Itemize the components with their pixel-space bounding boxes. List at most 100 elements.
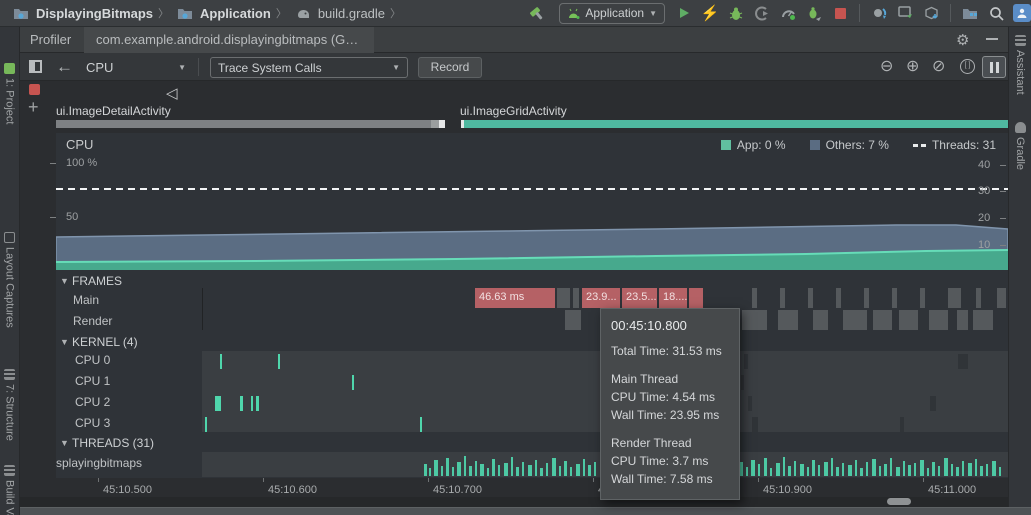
thread-activity-bar [475, 461, 477, 476]
trace-type-label: Trace System Calls [218, 61, 322, 75]
kernel-cpu1-track[interactable] [20, 375, 1008, 390]
frame-bar [892, 288, 897, 308]
breadcrumb-file[interactable]: build.gradle [318, 6, 385, 21]
axis-tick [1000, 165, 1006, 166]
collapse-triangle-icon[interactable]: ▼ [60, 438, 69, 448]
bottom-splitter[interactable] [20, 507, 1031, 515]
frame-bar [813, 310, 828, 330]
threads-section-header[interactable]: THREADS (31) [72, 436, 154, 450]
activity-label-detail: ui.ImageDetailActivity [56, 104, 171, 118]
sidebar-item-gradle[interactable]: Gradle [1009, 122, 1031, 170]
sidebar-item-project[interactable]: 1: Project [0, 63, 19, 124]
thread-activity-bar [932, 462, 935, 476]
activity-bar-grid[interactable] [464, 120, 1008, 128]
pause-live-button[interactable] [982, 56, 1006, 78]
search-icon[interactable] [985, 2, 1007, 24]
sidebar-item-layout-captures[interactable]: Layout Captures [0, 232, 19, 328]
frames-main-track[interactable]: 46.63 ms23.9...23.5...18.... [20, 288, 1008, 308]
breadcrumb-project[interactable]: DisplayingBitmaps [36, 6, 153, 21]
collapse-triangle-icon[interactable]: ▼ [60, 276, 69, 286]
collapse-triangle-icon[interactable]: ▼ [60, 337, 69, 347]
avatar[interactable] [1013, 4, 1031, 22]
gear-icon[interactable]: ⚙ [956, 31, 969, 49]
attach-debugger-icon[interactable] [803, 2, 825, 24]
debug-icon[interactable] [725, 2, 747, 24]
thread-activity-bar [535, 460, 537, 476]
trace-type-dropdown[interactable]: Trace System Calls ▼ [210, 57, 408, 78]
build-hammer-icon[interactable] [525, 2, 547, 24]
kernel-activity-bar [741, 375, 744, 390]
thread-activity-bar [999, 467, 1001, 476]
attach-profiler-icon[interactable] [751, 2, 773, 24]
project-structure-icon[interactable] [959, 2, 981, 24]
device-manager-icon[interactable] [894, 2, 916, 24]
tooltip-time: 00:45:10.800 [611, 318, 729, 333]
frames-render-track[interactable] [20, 310, 1008, 330]
apply-changes-icon[interactable]: ⚡ [699, 2, 721, 24]
thread-activity-track[interactable] [20, 452, 1008, 476]
activity-bar-detail[interactable] [56, 120, 431, 128]
breadcrumb-module[interactable]: Application [200, 6, 271, 21]
sidebar-item-build-variants[interactable]: Build Variants [0, 465, 19, 515]
breadcrumb-separator: 〉 [276, 5, 287, 21]
frame-bar [873, 310, 892, 330]
tooltip-main-title: Main Thread [611, 370, 729, 388]
session-recording-indicator[interactable] [29, 84, 40, 95]
back-arrow-icon[interactable]: ← [56, 57, 73, 77]
thread-activity-bar [588, 465, 591, 476]
sdk-manager-icon[interactable] [920, 2, 942, 24]
kernel-activity-bar [958, 354, 968, 369]
run-config-dropdown[interactable]: Application ▼ [559, 3, 665, 24]
frame-bar-janky [689, 288, 703, 308]
thread-activity-bar [504, 463, 508, 476]
sidebar-item-label: Build Variants [4, 480, 16, 515]
thread-activity-bar [746, 467, 748, 476]
run-config-label: Application [585, 6, 644, 20]
scroll-gutter [20, 497, 1008, 507]
axis-tick [1000, 245, 1006, 246]
axis-tick [50, 217, 56, 218]
profile-app-icon[interactable] [777, 2, 799, 24]
sidebar-item-label: 1: Project [4, 78, 16, 124]
frame-bar [565, 310, 581, 330]
reset-zoom-icon[interactable]: ⊘ [932, 58, 945, 76]
run-icon[interactable] [673, 2, 695, 24]
thread-activity-bar [487, 468, 489, 476]
frame-bar-janky: 23.9... [582, 288, 620, 308]
sessions-panel-icon[interactable] [29, 60, 42, 73]
record-button[interactable]: Record [418, 57, 482, 78]
horizontal-scrollbar[interactable] [887, 498, 911, 505]
thread-activity-bar [927, 468, 929, 476]
kernel-section-header[interactable]: KERNEL (4) [72, 335, 138, 349]
zoom-to-selection-icon[interactable]: [ ] [960, 59, 975, 74]
folder-icon [174, 2, 196, 24]
frames-section-header[interactable]: FRAMES [72, 274, 122, 288]
kernel-cpu3-track[interactable] [20, 417, 1008, 432]
sidebar-item-structure[interactable]: 7: Structure [0, 369, 19, 441]
chevron-down-icon: ▼ [178, 63, 186, 72]
breadcrumb-separator: 〉 [158, 5, 169, 21]
threads-dash-swatch [913, 144, 926, 147]
stop-icon[interactable] [829, 2, 851, 24]
cpu-usage-chart[interactable] [56, 133, 1008, 270]
sync-gradle-icon[interactable] [868, 2, 890, 24]
zoom-out-icon[interactable]: ⊖ [880, 58, 893, 76]
back-event-icon: ◁ [166, 84, 178, 102]
thread-activity-bar [758, 464, 760, 476]
minimize-icon[interactable] [986, 38, 998, 40]
add-session-icon[interactable]: + [28, 97, 39, 118]
kernel-cpu2-track[interactable] [20, 396, 1008, 411]
thread-activity-bar [914, 463, 916, 476]
frame-bar [948, 288, 961, 308]
session-tab[interactable]: com.example.android.displayingbitmaps (G… [84, 27, 374, 53]
stage-dropdown[interactable]: CPU ▼ [86, 58, 186, 76]
zoom-in-icon[interactable]: ⊕ [906, 58, 919, 76]
kernel-cpu0-track[interactable] [20, 354, 1008, 369]
layout-captures-icon [4, 232, 15, 243]
tooltip-render-wall: Wall Time: 7.58 ms [611, 470, 729, 488]
frame-bar [742, 310, 767, 330]
sidebar-item-assistant[interactable]: Assistant [1009, 35, 1031, 95]
frame-bar [836, 288, 841, 308]
thread-activity-bar [956, 467, 959, 476]
frame-tooltip: 00:45:10.800 Total Time: 31.53 ms Main T… [600, 308, 740, 500]
